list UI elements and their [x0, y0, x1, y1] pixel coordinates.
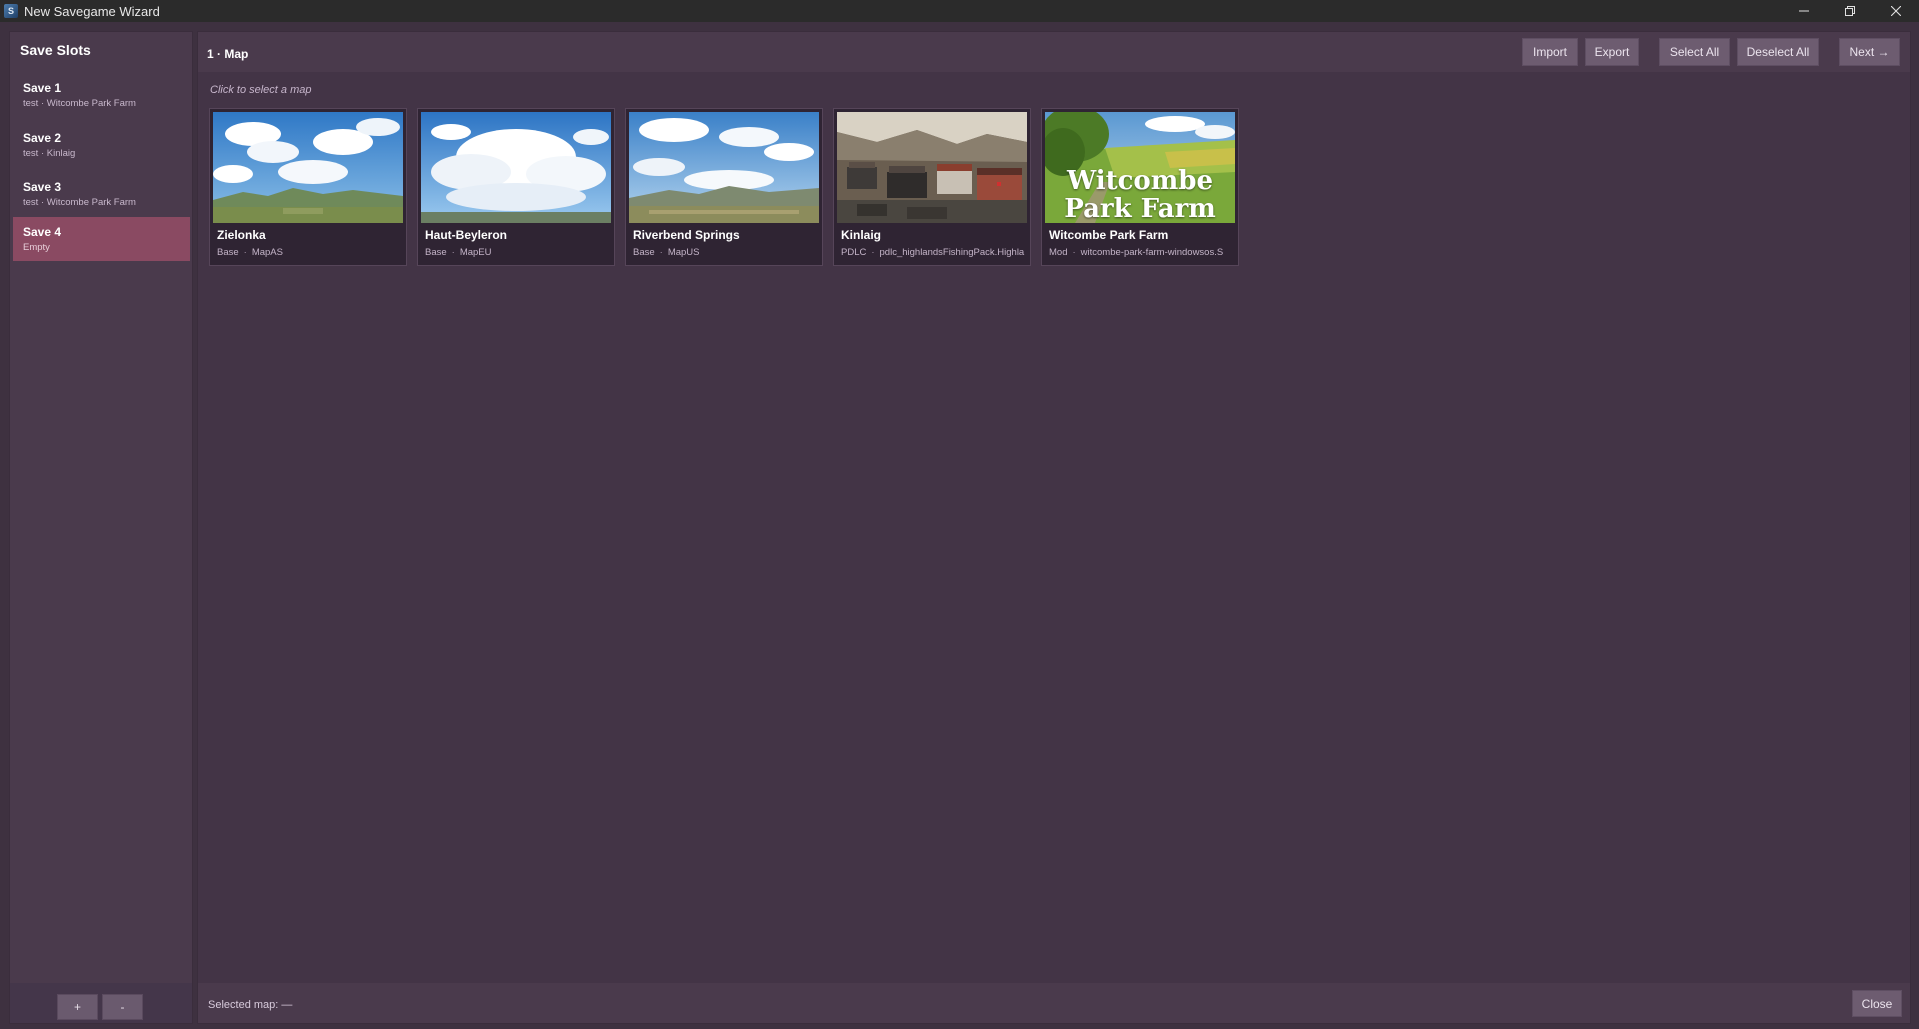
import-button[interactable]: Import: [1522, 38, 1578, 66]
slot-subtitle: test · Kinlaig: [23, 148, 76, 159]
export-button[interactable]: Export: [1585, 38, 1639, 66]
map-thumbnail: [421, 112, 611, 223]
thumbnail-text: Park Farm: [1064, 194, 1216, 223]
map-id: witcombe-park-farm-windowsos.S: [1080, 247, 1224, 258]
map-meta: Base · MapAS: [217, 247, 283, 258]
slot-name: Save 3: [23, 180, 62, 194]
map-name: Kinlaig: [841, 228, 882, 242]
map-thumbnail: Witcombe Park Farm: [1045, 112, 1235, 223]
map-card-riverbend-springs[interactable]: Riverbend Springs Base · MapUS: [625, 108, 823, 266]
slot-subtitle: test · Witcombe Park Farm: [23, 197, 136, 208]
minimize-button[interactable]: [1781, 0, 1827, 22]
map-thumbnail: [837, 112, 1027, 223]
selected-map-label: Selected map: —: [208, 999, 293, 1011]
map-meta: Base · MapUS: [633, 247, 700, 258]
thumbnail-text: Witcombe: [1066, 166, 1214, 196]
minimize-icon: [1799, 10, 1809, 12]
select-all-button[interactable]: Select All: [1659, 38, 1730, 66]
map-source: PDLC: [841, 247, 867, 258]
close-window-button[interactable]: [1873, 0, 1919, 22]
next-button[interactable]: Next →: [1839, 38, 1900, 66]
main-panel: 1 · Map Import Export Select All Deselec…: [197, 31, 1911, 1024]
select-map-hint: Click to select a map: [210, 84, 312, 96]
map-id: MapAS: [251, 247, 283, 258]
save-slots-sidebar: Save Slots Save 1 test · Witcombe Park F…: [9, 31, 193, 1024]
slot-name: Save 2: [23, 131, 62, 145]
close-icon: [1891, 6, 1901, 16]
map-name: Witcombe Park Farm: [1049, 228, 1169, 242]
map-name: Zielonka: [217, 228, 266, 242]
save-slot-3[interactable]: Save 3 test · Witcombe Park Farm: [13, 172, 190, 216]
slot-name: Save 4: [23, 225, 62, 239]
slot-subtitle: Empty: [23, 242, 50, 253]
title-bar: S New Savegame Wizard: [0, 0, 1919, 22]
add-slot-button[interactable]: +: [57, 994, 98, 1020]
restore-icon: [1845, 6, 1855, 16]
map-thumbnail: [629, 112, 819, 223]
window-title: New Savegame Wizard: [24, 3, 160, 19]
map-meta: PDLC · pdlc_highlandsFishingPack.Highla: [841, 247, 1025, 258]
map-source: Mod: [1049, 247, 1068, 258]
map-thumbnail: [213, 112, 403, 223]
map-card-kinlaig[interactable]: Kinlaig PDLC · pdlc_highlandsFishingPack.H…: [833, 108, 1031, 266]
app-icon: S: [4, 4, 18, 18]
remove-slot-button[interactable]: -: [102, 994, 143, 1020]
window-controls: [1781, 0, 1919, 22]
map-card-zielonka[interactable]: Zielonka Base · MapAS: [209, 108, 407, 266]
main-footer: Selected map: — Close: [198, 983, 1910, 1023]
save-slot-4[interactable]: Save 4 Empty: [13, 217, 190, 261]
sidebar-footer: + -: [10, 983, 192, 1023]
map-name: Haut-Beyleron: [425, 228, 508, 242]
map-meta: Base · MapEU: [425, 247, 492, 258]
slot-subtitle: test · Witcombe Park Farm: [23, 98, 136, 109]
restore-button[interactable]: [1827, 0, 1873, 22]
slot-name: Save 1: [23, 81, 62, 95]
map-id: MapEU: [459, 247, 492, 258]
map-id: pdlc_highlandsFishingPack.Highla: [879, 247, 1025, 258]
map-source: Base: [633, 247, 655, 258]
map-name: Riverbend Springs: [633, 228, 740, 242]
save-slot-2[interactable]: Save 2 test · Kinlaig: [13, 123, 190, 167]
main-header: 1 · Map Import Export Select All Deselec…: [198, 32, 1910, 72]
map-source: Base: [217, 247, 239, 258]
save-slot-1[interactable]: Save 1 test · Witcombe Park Farm: [13, 73, 190, 117]
deselect-all-button[interactable]: Deselect All: [1737, 38, 1819, 66]
map-card-witcombe-park-farm[interactable]: Witcombe Park Farm Witcombe Park Farm Mo…: [1041, 108, 1239, 266]
map-source: Base: [425, 247, 447, 258]
step-title: 1 · Map: [207, 47, 249, 61]
map-meta: Mod · witcombe-park-farm-windowsos.S: [1049, 247, 1224, 258]
map-id: MapUS: [667, 247, 700, 258]
close-button[interactable]: Close: [1852, 990, 1902, 1017]
map-card-haut-beyleron[interactable]: Haut-Beyleron Base · MapEU: [417, 108, 615, 266]
sidebar-header: Save Slots: [20, 42, 91, 58]
